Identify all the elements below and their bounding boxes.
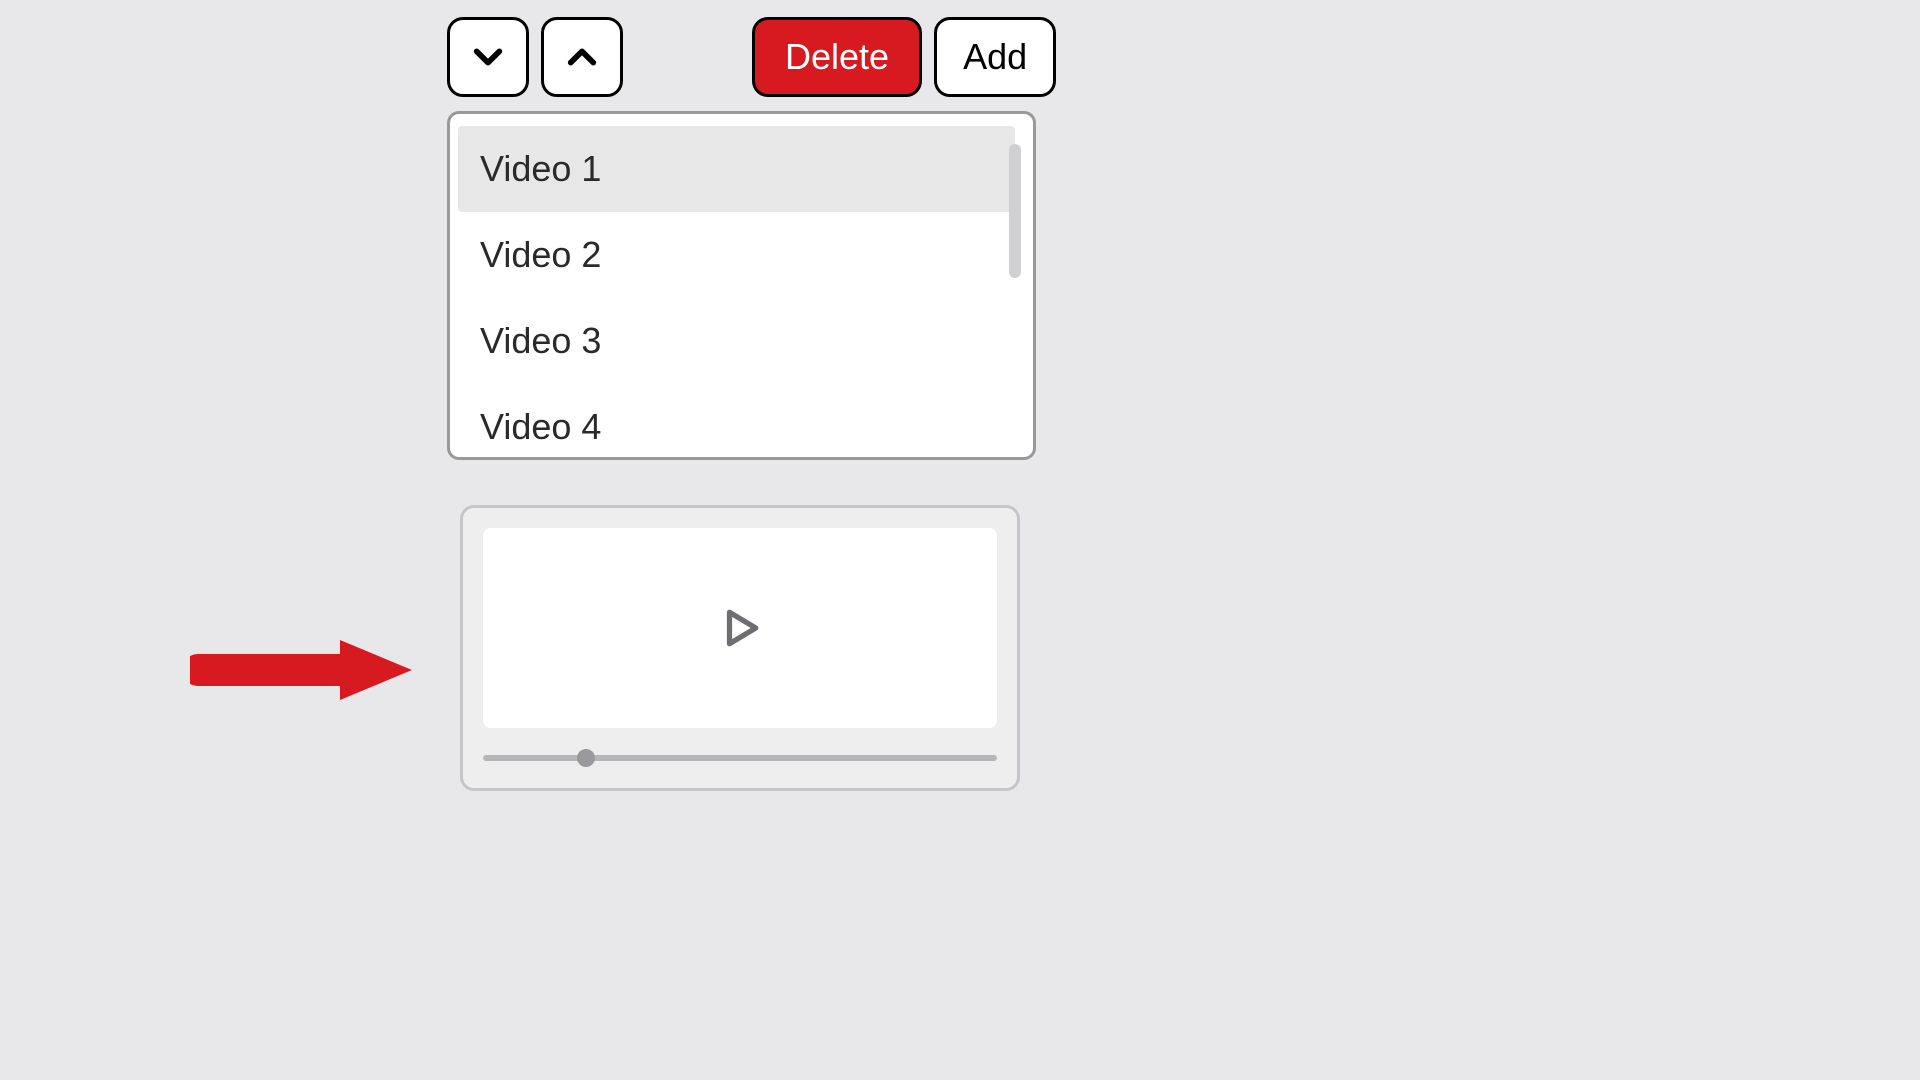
list-item[interactable]: Video 3 [458,298,1015,384]
arrow-annotation-icon [190,636,414,704]
delete-button[interactable]: Delete [752,17,922,97]
move-up-button[interactable] [541,17,623,97]
list-item[interactable]: Video 4 [458,384,1015,460]
progress-slider[interactable] [483,748,997,768]
chevron-down-icon [471,40,505,74]
progress-thumb[interactable] [577,749,595,767]
video-display-area[interactable] [483,528,997,728]
video-player [460,505,1020,791]
move-down-button[interactable] [447,17,529,97]
video-listbox[interactable]: Video 1 Video 2 Video 3 Video 4 [447,111,1036,460]
play-icon [719,607,761,649]
listbox-scrollbar[interactable] [1009,144,1021,278]
list-item[interactable]: Video 2 [458,212,1015,298]
add-button[interactable]: Add [934,17,1056,97]
chevron-up-icon [565,40,599,74]
list-item[interactable]: Video 1 [458,126,1015,212]
progress-track [483,755,997,761]
toolbar: Delete Add [447,17,1056,97]
video-listbox-inner: Video 1 Video 2 Video 3 Video 4 [458,126,1015,445]
